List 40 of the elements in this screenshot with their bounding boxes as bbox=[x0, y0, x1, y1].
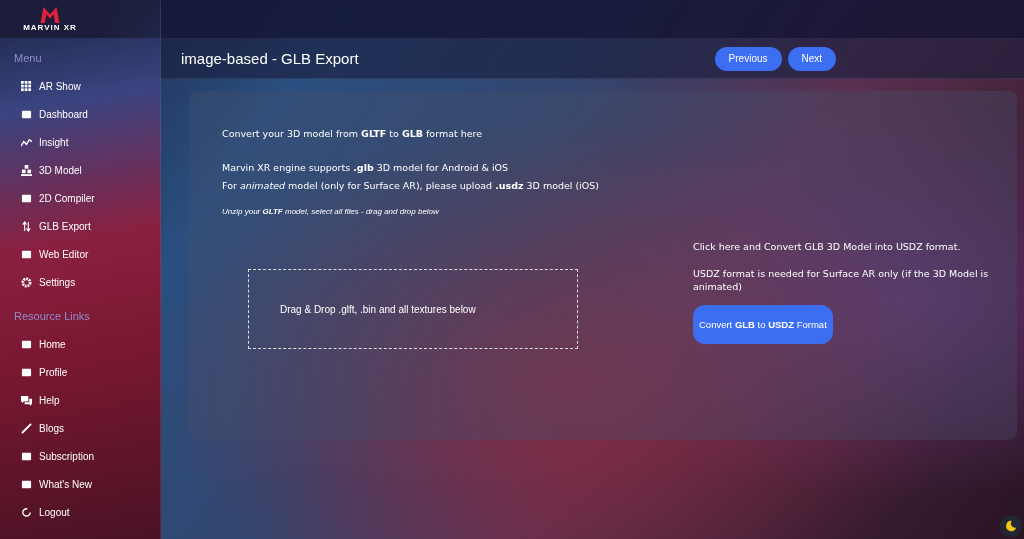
sidebar-item[interactable]: What's New bbox=[0, 470, 160, 498]
cubes-icon bbox=[21, 164, 32, 176]
refresh-icon bbox=[21, 506, 32, 518]
sidebar-item[interactable]: Insight bbox=[0, 128, 160, 156]
hint-text: Unzip your GLTF model, select all files - drag and drop below bbox=[222, 207, 440, 216]
section-heading: Resource Links bbox=[13, 309, 91, 324]
sidebar-item[interactable]: Logout bbox=[0, 498, 160, 526]
moon-icon bbox=[1005, 520, 1017, 532]
logo-icon bbox=[39, 6, 61, 23]
sidebar-item[interactable]: Profile bbox=[0, 358, 160, 386]
sidebar-item[interactable]: Subscription bbox=[0, 442, 160, 470]
drop-zone[interactable]: Drag & Drop .glft, .bin and all textures below bbox=[248, 269, 578, 349]
brush-icon bbox=[21, 422, 32, 434]
sidebar-item[interactable]: Dashboard bbox=[0, 100, 160, 128]
usdz-info: USDZ format is needed for Surface AR only (if the 3D Model is animated) bbox=[693, 267, 990, 293]
convert-button[interactable]: Convert GLB to USDZ Format bbox=[693, 305, 833, 344]
nav-button[interactable]: Previous bbox=[714, 46, 782, 71]
sidebar-item[interactable]: GLB Export bbox=[0, 212, 160, 240]
sidebar-item[interactable]: 2D Compiler bbox=[0, 184, 160, 212]
section-heading: Menu bbox=[13, 51, 43, 66]
sidebar-item[interactable]: Settings bbox=[0, 268, 160, 296]
chat-icon bbox=[21, 394, 32, 406]
sidebar-item[interactable]: Help bbox=[0, 386, 160, 414]
page-title: image-based - GLB Export bbox=[181, 50, 359, 67]
sidebar-item[interactable]: 3D Model bbox=[0, 156, 160, 184]
info-text: Marvin XR engine supports .glb 3D model for Android & iOS bbox=[222, 161, 510, 175]
usdz-note: Click here and Convert GLB 3D Model into USDZ format. bbox=[693, 240, 962, 253]
arrows-icon bbox=[21, 220, 32, 232]
sidebar-item[interactable]: Web Editor bbox=[0, 240, 160, 268]
intro-text: Convert your 3D model from GLTF to GLB format here bbox=[222, 127, 484, 141]
logo-text: MARVIN XR bbox=[23, 22, 77, 32]
sidebar-item[interactable]: AR Show bbox=[0, 72, 160, 100]
sidebar-item[interactable]: Blogs bbox=[0, 414, 160, 442]
gear-icon bbox=[21, 276, 32, 288]
nav-button[interactable]: Next bbox=[787, 46, 837, 71]
theme-toggle[interactable] bbox=[1000, 515, 1022, 537]
line-chart-icon bbox=[21, 136, 32, 148]
info-text: For animated model (only for Surface AR), please upload .usdz 3D model (iOS) bbox=[222, 179, 601, 193]
grid-icon bbox=[21, 80, 32, 92]
sidebar-item[interactable]: Home bbox=[0, 330, 160, 358]
